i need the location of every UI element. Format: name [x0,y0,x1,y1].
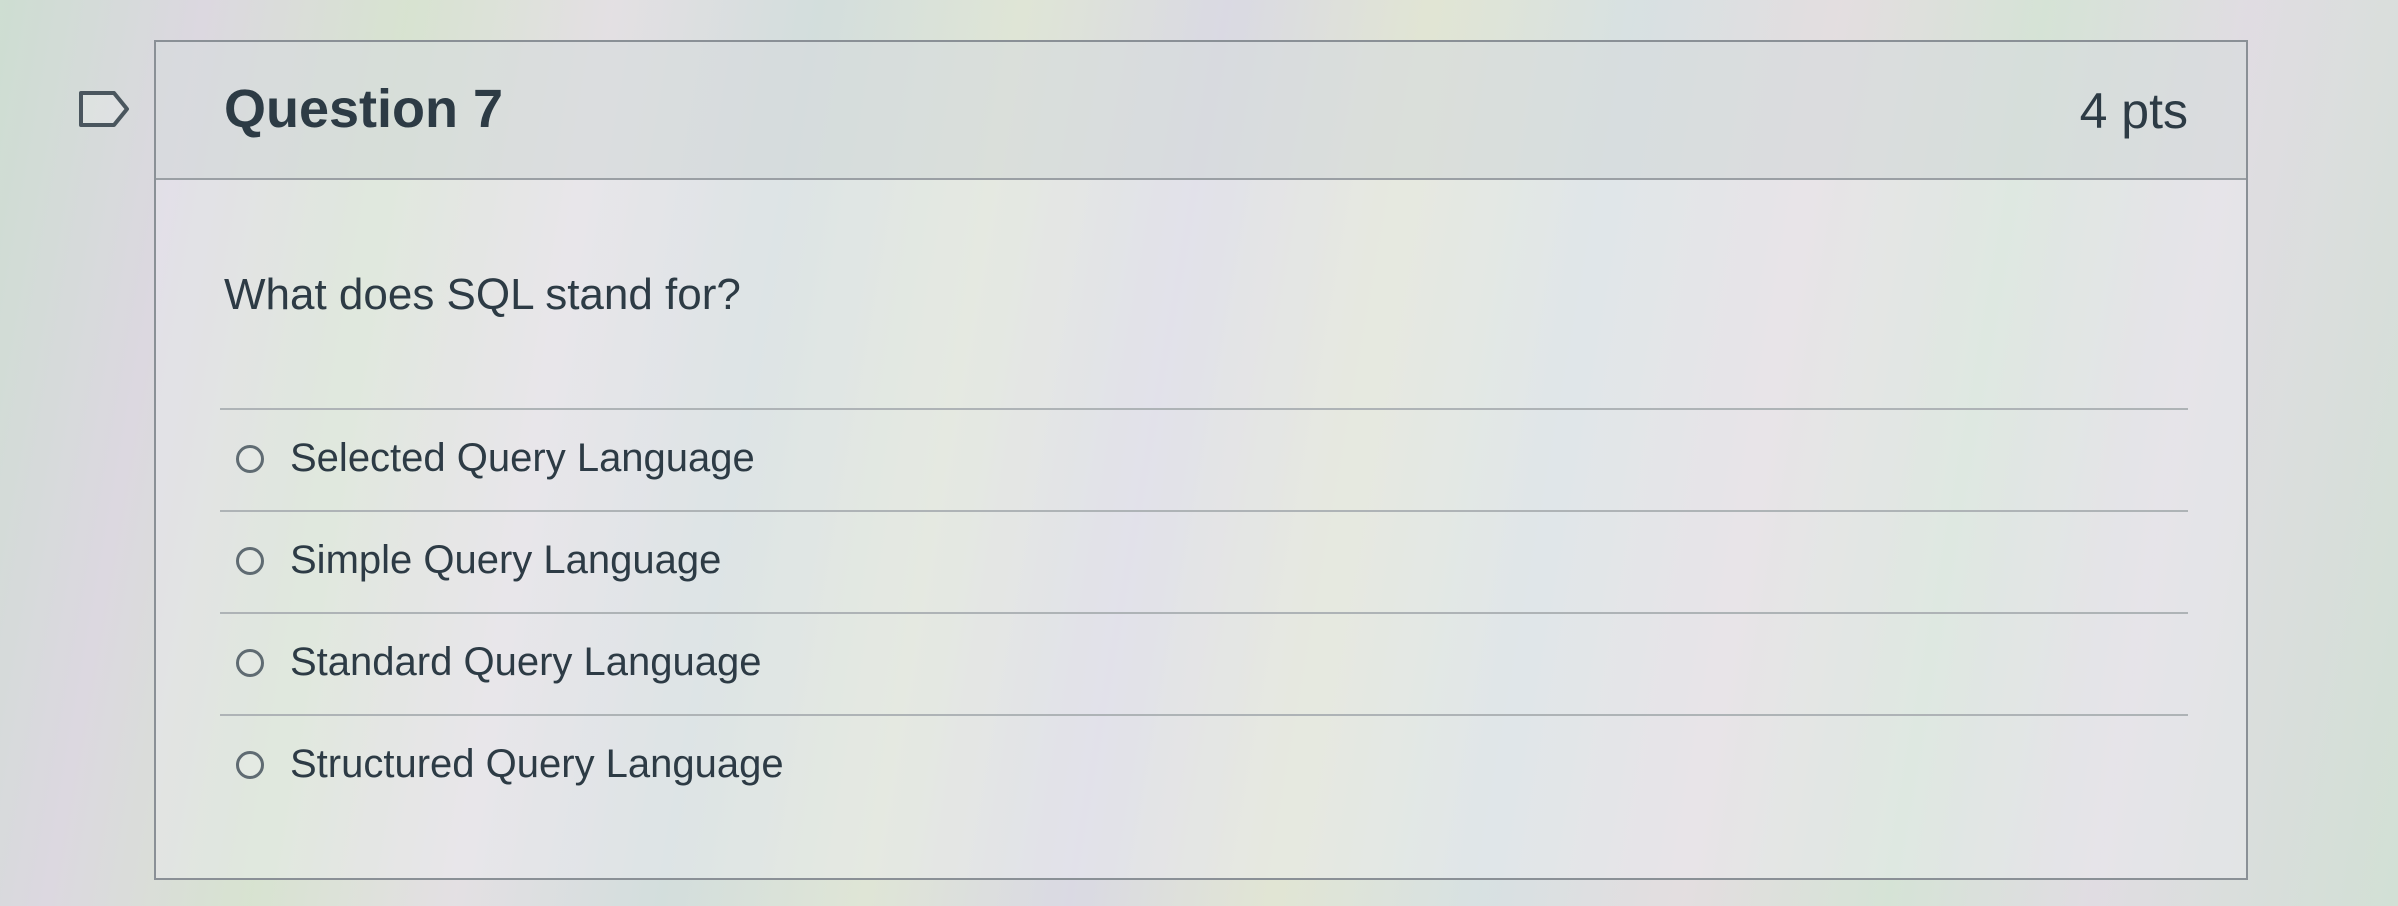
radio-button[interactable] [236,547,264,575]
question-header: Question 7 4 pts [156,42,2246,180]
answer-list: Selected Query Language Simple Query Lan… [220,408,2188,816]
answer-option[interactable]: Selected Query Language [220,408,2188,510]
question-points: 4 pts [2079,83,2188,139]
answer-label[interactable]: Simple Query Language [290,538,721,583]
bookmark-flag-icon[interactable] [78,90,130,128]
answer-option[interactable]: Standard Query Language [220,612,2188,714]
answer-option[interactable]: Structured Query Language [220,714,2188,816]
radio-button[interactable] [236,445,264,473]
answer-label[interactable]: Structured Query Language [290,742,784,787]
question-prompt: What does SQL stand for? [224,270,741,319]
answer-option[interactable]: Simple Query Language [220,510,2188,612]
question-card: Question 7 4 pts What does SQL stand for… [154,40,2248,880]
answer-label[interactable]: Standard Query Language [290,640,761,685]
answer-label[interactable]: Selected Query Language [290,436,755,481]
question-title: Question 7 [224,79,504,139]
radio-button[interactable] [236,649,264,677]
radio-button[interactable] [236,751,264,779]
